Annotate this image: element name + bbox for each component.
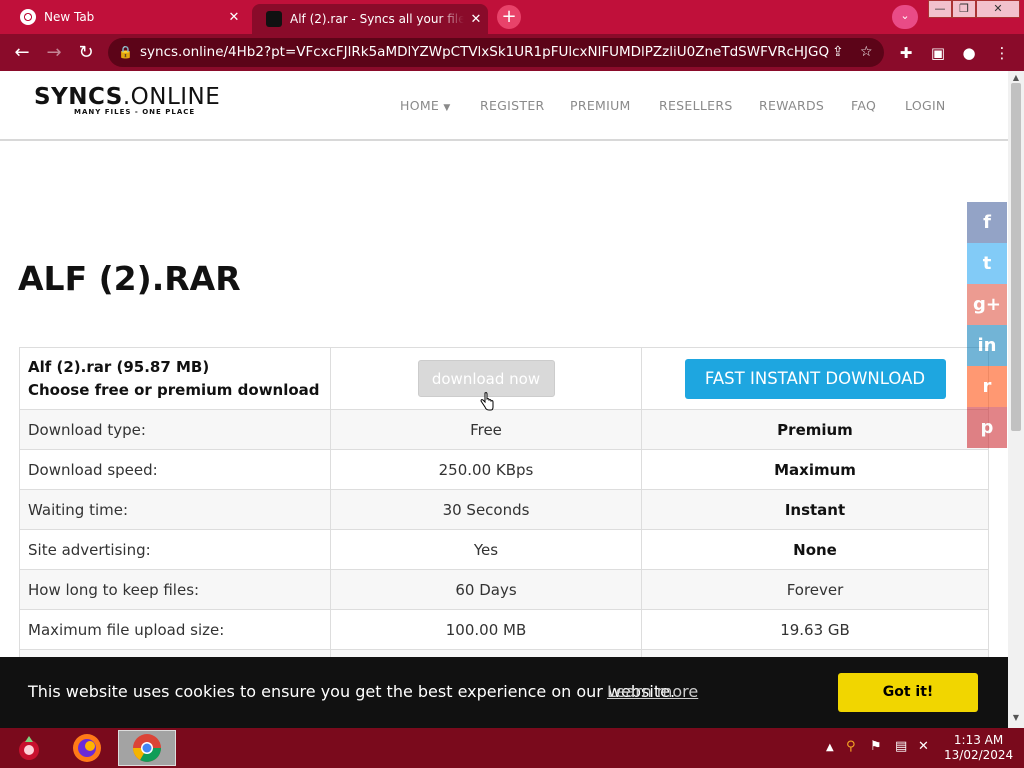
- restore-icon[interactable]: ❐: [952, 0, 976, 18]
- premium-value: None: [641, 529, 989, 570]
- forward-arrow-icon[interactable]: →: [41, 40, 67, 66]
- row-label: Site advertising:: [19, 529, 331, 570]
- extensions-icon[interactable]: ✚: [895, 42, 917, 64]
- tab-title: New Tab: [44, 10, 95, 24]
- free-value: 250.00 KBps: [330, 449, 642, 490]
- chrome-taskbar-icon[interactable]: [118, 730, 176, 766]
- chrome-icon: [20, 9, 36, 25]
- file-name-size: Alf (2).rar (95.87 MB): [28, 357, 210, 376]
- free-value: 60 Days: [330, 569, 642, 610]
- nav-resellers[interactable]: RESELLERS: [659, 98, 733, 113]
- reddit-share-icon[interactable]: r: [967, 366, 1007, 407]
- nav-premium[interactable]: PREMIUM: [570, 98, 631, 113]
- back-arrow-icon[interactable]: ←: [9, 40, 35, 66]
- scroll-down-icon[interactable]: ▼: [1008, 713, 1024, 722]
- nav-login[interactable]: LOGIN: [905, 98, 946, 113]
- table-row: How long to keep files: 60 Days Forever: [19, 569, 989, 610]
- search-tray-icon[interactable]: ⚲: [846, 739, 856, 754]
- table-row: Site advertising: Yes None: [19, 529, 989, 570]
- scrollbar-thumb[interactable]: [1011, 83, 1021, 431]
- row-label: Maximum file upload size:: [19, 609, 331, 650]
- nav-faq[interactable]: FAQ: [851, 98, 876, 113]
- free-value: 30 Seconds: [330, 489, 642, 530]
- close-window-icon[interactable]: ✕: [976, 0, 1020, 18]
- scroll-up-icon[interactable]: ▲: [1008, 73, 1024, 82]
- side-panel-icon[interactable]: ▣: [927, 42, 949, 64]
- premium-value: Forever: [641, 569, 989, 610]
- browser-tab-strip: New Tab ✕ Alf (2).rar - Syncs all your f…: [0, 0, 1024, 34]
- learn-more-link[interactable]: Learn more: [607, 682, 698, 701]
- clock-time: 1:13 AM: [953, 733, 1004, 747]
- nav-register[interactable]: REGISTER: [480, 98, 545, 113]
- firefox-icon[interactable]: [58, 730, 116, 766]
- free-value: Yes: [330, 529, 642, 570]
- row-label: How long to keep files:: [19, 569, 331, 610]
- tab-new-tab[interactable]: New Tab ✕: [6, 0, 246, 34]
- tab-title: Alf (2).rar - Syncs all your files Onlin…: [290, 12, 464, 26]
- close-tab-icon[interactable]: ✕: [222, 10, 246, 25]
- linkedin-share-icon[interactable]: in: [967, 325, 1007, 366]
- table-header-row: Alf (2).rar (95.87 MB) Choose free or pr…: [19, 347, 989, 410]
- caret-down-icon: ▼: [443, 103, 451, 113]
- free-value: 100.00 MB: [330, 609, 642, 650]
- new-tab-button[interactable]: +: [497, 5, 521, 29]
- row-label: Download type:: [19, 409, 331, 450]
- url-text[interactable]: syncs.online/4Hb2?pt=VFcxcFJlRk5aMDlYZWp…: [140, 38, 830, 67]
- close-tab-icon[interactable]: ✕: [464, 12, 488, 27]
- volume-muted-icon[interactable]: ✕: [918, 739, 929, 754]
- file-info-cell: Alf (2).rar (95.87 MB) Choose free or pr…: [19, 347, 331, 410]
- cookie-accept-button[interactable]: Got it!: [838, 673, 978, 712]
- premium-value: 19.63 GB: [641, 609, 989, 650]
- table-row: Waiting time: 30 Seconds Instant: [19, 489, 989, 530]
- table-row: Maximum file upload size: 100.00 MB 19.6…: [19, 609, 989, 650]
- nav-rewards[interactable]: REWARDS: [759, 98, 824, 113]
- profile-avatar-icon[interactable]: ●: [958, 42, 980, 64]
- reload-icon[interactable]: ↻: [73, 40, 99, 66]
- site-logo[interactable]: SYNCS.ONLINE MANY FILES - ONE PLACE: [34, 84, 220, 116]
- taskbar-clock[interactable]: 1:13 AM 13/02/2024: [944, 733, 1013, 763]
- tab-search-icon[interactable]: ⌄: [892, 5, 918, 29]
- windows-taskbar: ▲ ⚲ ⚑ ▤ ✕ 1:13 AM 13/02/2024: [0, 728, 1024, 768]
- start-orb-icon[interactable]: [0, 730, 58, 766]
- hand-cursor-icon: [480, 392, 494, 411]
- table-row: Download type: Free Premium: [19, 409, 989, 450]
- lock-icon[interactable]: 🔒: [118, 38, 133, 67]
- browser-toolbar: ← → ↻ 🔒 syncs.online/4Hb2?pt=VFcxcFJlRk5…: [0, 34, 1024, 71]
- row-label: Download speed:: [19, 449, 331, 490]
- free-value: Free: [330, 409, 642, 450]
- page-viewport: SYNCS.ONLINE MANY FILES - ONE PLACE HOME…: [0, 71, 1008, 728]
- tray-expand-icon[interactable]: ▲: [826, 742, 834, 753]
- page-title: ALF (2).RAR: [18, 259, 241, 298]
- premium-value: Instant: [641, 489, 989, 530]
- fast-instant-download-button[interactable]: FAST INSTANT DOWNLOAD: [684, 358, 946, 399]
- choose-prompt: Choose free or premium download: [28, 380, 320, 399]
- logo-suffix: .ONLINE: [122, 84, 221, 110]
- table-row: Download speed: 250.00 KBps Maximum: [19, 449, 989, 490]
- download-comparison-table: Alf (2).rar (95.87 MB) Choose free or pr…: [19, 347, 989, 690]
- twitter-share-icon[interactable]: t: [967, 243, 1007, 284]
- cookie-consent-bar: This website uses cookies to ensure you …: [0, 657, 1008, 728]
- premium-value: Maximum: [641, 449, 989, 490]
- google-plus-share-icon[interactable]: g+: [967, 284, 1007, 325]
- tab-active-file[interactable]: Alf (2).rar - Syncs all your files Onlin…: [252, 4, 488, 34]
- minimize-icon[interactable]: —: [928, 0, 952, 18]
- premium-value: Premium: [641, 409, 989, 450]
- page-scrollbar[interactable]: ▲ ▼: [1008, 71, 1024, 728]
- logo-bold: SYNCS: [34, 84, 123, 110]
- nav-home[interactable]: HOME ▼: [400, 98, 451, 113]
- flag-icon[interactable]: ⚑: [870, 739, 882, 754]
- share-icon[interactable]: ⇪: [832, 38, 844, 67]
- site-header: SYNCS.ONLINE MANY FILES - ONE PLACE HOME…: [0, 71, 1008, 141]
- cloud-favicon-icon: [266, 11, 282, 27]
- premium-download-cell: FAST INSTANT DOWNLOAD: [641, 347, 989, 410]
- address-bar[interactable]: 🔒 syncs.online/4Hb2?pt=VFcxcFJlRk5aMDlYZ…: [108, 38, 884, 67]
- bookmark-star-icon[interactable]: ☆: [860, 38, 873, 67]
- menu-kebab-icon[interactable]: ⋮: [991, 42, 1013, 64]
- row-label: Waiting time:: [19, 489, 331, 530]
- cookie-message: This website uses cookies to ensure you …: [28, 682, 676, 701]
- pinterest-share-icon[interactable]: p: [967, 407, 1007, 448]
- clock-date: 13/02/2024: [944, 748, 1014, 762]
- facebook-share-icon[interactable]: f: [967, 202, 1007, 243]
- network-icon[interactable]: ▤: [895, 739, 907, 754]
